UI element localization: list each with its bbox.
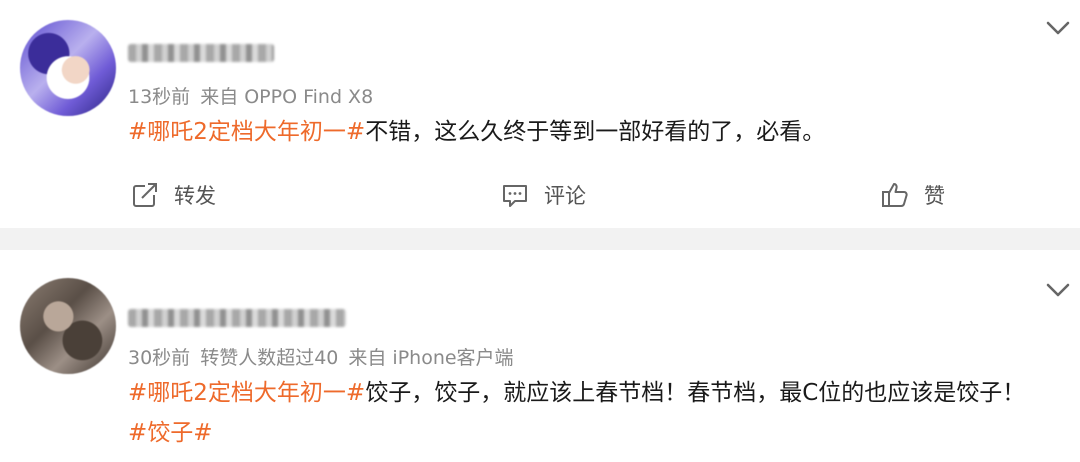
- topic-link[interactable]: #哪吒2定档大年初一#: [128, 380, 365, 406]
- post-card-1: 13秒前 来自 OPPO Find X8 #哪吒2定档大年初一#不错，这么久终于等…: [0, 0, 1080, 228]
- post-text: #哪吒2定档大年初一#饺子，饺子，就应该上春节档！春节档，最C位的也应该是饺子！…: [128, 373, 1058, 453]
- username-blurred[interactable]: [128, 309, 346, 327]
- repost-icon: [133, 182, 158, 207]
- thumbs-up-icon: [882, 183, 908, 207]
- topic-link[interactable]: #饺子#: [128, 420, 213, 446]
- comment-label: 评论: [544, 184, 586, 208]
- post-body: 不错，这么久终于等到一部好看的了，必看。: [365, 119, 826, 145]
- post-body: 饺子，饺子，就应该上春节档！春节档，最C位的也应该是饺子！: [365, 380, 1026, 406]
- like-button[interactable]: 赞: [880, 178, 945, 212]
- chevron-down-icon[interactable]: [1044, 18, 1072, 38]
- feed-separator: [0, 228, 1080, 250]
- post-text: #哪吒2定档大年初一#不错，这么久终于等到一部好看的了，必看。: [128, 112, 1058, 152]
- post-meta: 30秒前 转赞人数超过40 来自 iPhone客户端: [128, 343, 524, 370]
- topic-link[interactable]: #哪吒2定档大年初一#: [128, 119, 365, 145]
- post-meta: 13秒前 来自 OPPO Find X8: [128, 82, 383, 109]
- comment-button[interactable]: 评论: [500, 178, 586, 212]
- avatar[interactable]: [20, 20, 116, 116]
- comment-icon: [503, 185, 527, 207]
- repost-button[interactable]: 转发: [130, 178, 216, 212]
- username-blurred[interactable]: [128, 44, 274, 62]
- repost-label: 转发: [174, 184, 216, 208]
- post-stat-badge: 转赞人数超过40: [200, 347, 339, 369]
- chevron-down-icon[interactable]: [1044, 280, 1072, 300]
- post-time: 30秒前: [128, 347, 191, 369]
- post-source: 来自 iPhone客户端: [348, 347, 514, 369]
- post-time: 13秒前: [128, 86, 191, 108]
- like-label: 赞: [924, 184, 945, 208]
- avatar[interactable]: [20, 278, 116, 374]
- post-source: 来自 OPPO Find X8: [200, 86, 374, 108]
